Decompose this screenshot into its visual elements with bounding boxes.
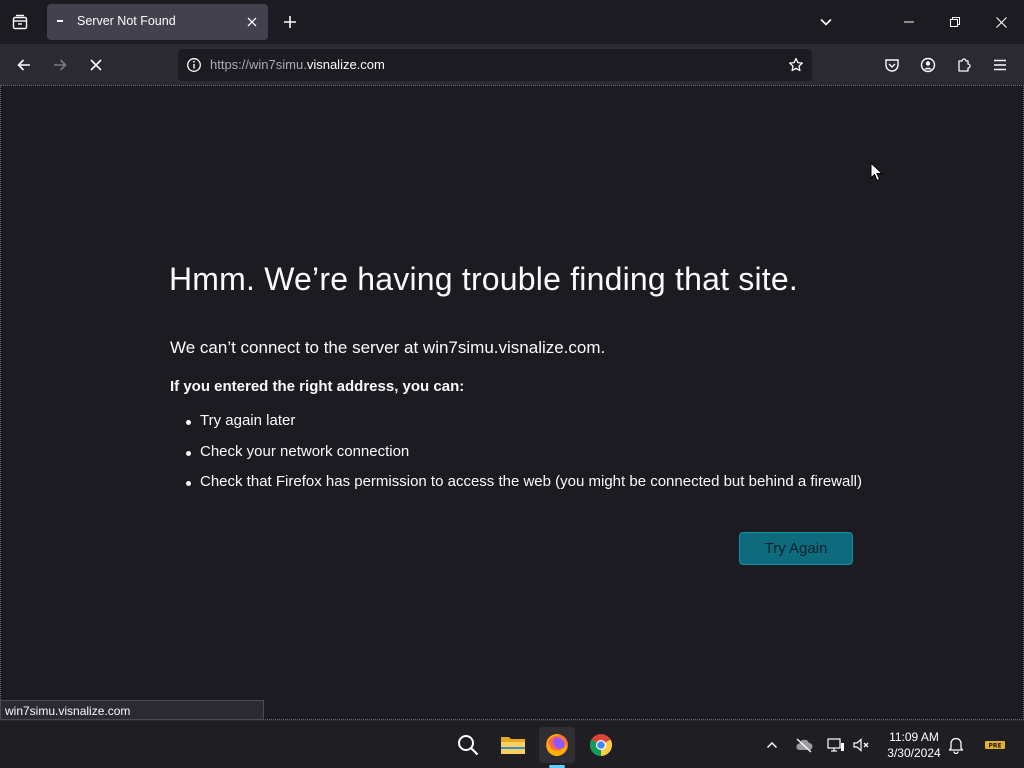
tray-network[interactable] [824,733,848,757]
clock-time: 11:09 AM [889,730,939,744]
taskbar: 11:09 AM 3/30/2024 PRE [0,720,1024,768]
forward-button[interactable] [45,50,75,80]
error-description: We can’t connect to the server at win7si… [170,338,606,357]
tab-title: Server Not Found [77,14,176,28]
taskbar-clock[interactable]: 11:09 AM 3/30/2024 [880,729,948,761]
window-minimize-button[interactable] [886,0,932,44]
url-domain: visnalize.com [306,57,385,72]
arrow-right-icon [54,59,67,71]
taskbar-chrome[interactable] [583,727,619,763]
list-item: Try again later [186,412,862,443]
cloud-off-icon [796,738,813,753]
firefox-view-icon [12,14,28,30]
network-icon [827,738,844,752]
tab-favicon-icon [57,18,63,24]
window-close-button[interactable] [978,0,1024,44]
suggestion-list: Try again later Check your network conne… [186,412,862,504]
new-tab-button[interactable] [276,8,304,36]
restore-icon [950,17,960,27]
list-item: Check your network connection [186,443,862,474]
site-info-button[interactable] [182,53,206,77]
account-icon [920,57,936,73]
stop-icon [90,59,102,71]
stop-button[interactable] [81,50,111,80]
preview-badge-text: PRE [988,743,1001,750]
tray-onedrive[interactable] [792,733,816,757]
error-title: Hmm. We’re having trouble finding that s… [169,261,798,297]
mouse-cursor-icon [870,162,884,182]
clock-date: 3/30/2024 [887,746,941,760]
volume-muted-icon [853,738,869,752]
plus-icon [284,16,296,28]
close-icon [995,16,1007,28]
account-button[interactable] [913,50,943,80]
close-icon [247,17,257,27]
chevron-down-icon [820,18,832,26]
search-icon [458,735,479,756]
minimize-icon [904,21,914,23]
tray-preview-badge: PRE [983,733,1007,757]
bookmark-button[interactable] [784,53,808,77]
try-again-button[interactable]: Try Again [739,532,853,565]
pocket-button[interactable] [877,50,907,80]
arrow-left-icon [17,59,30,71]
taskbar-firefox[interactable] [539,727,575,763]
pocket-icon [885,59,899,72]
url-bar[interactable]: https://win7simu.visnalize.com [178,49,812,81]
info-icon [187,58,201,72]
taskbar-file-explorer[interactable] [495,727,531,763]
tab-strip: Server Not Found [0,0,1024,44]
status-bar: win7simu.visnalize.com [0,700,264,720]
chevron-up-icon [766,741,778,749]
file-explorer-icon [501,737,525,754]
extensions-button[interactable] [949,50,979,80]
page-content: Hmm. We’re having trouble finding that s… [0,85,1024,720]
firefox-view-button[interactable] [6,8,34,36]
url-subdomain: win7simu. [249,57,307,72]
chrome-icon [590,734,612,756]
firefox-icon [546,734,568,756]
tab-server-not-found[interactable]: Server Not Found [47,4,268,40]
url-scheme: https:// [210,57,250,72]
preview-badge-icon: PRE [985,741,1005,750]
tray-notifications[interactable] [944,733,968,757]
star-icon [789,57,803,72]
hamburger-menu-icon [994,59,1006,71]
tray-volume[interactable] [850,733,874,757]
puzzle-icon [958,58,971,72]
list-item: Check that Firefox has permission to acc… [186,473,862,504]
tab-close-button[interactable] [242,12,262,32]
window-restore-button[interactable] [932,0,978,44]
url-text: https://win7simu.visnalize.com [210,57,385,72]
error-subheading: If you entered the right address, you ca… [170,378,465,395]
list-all-tabs-button[interactable] [812,8,840,36]
bell-icon [948,737,964,754]
navigation-toolbar: https://win7simu.visnalize.com [0,44,1024,85]
app-menu-button[interactable] [985,50,1015,80]
taskbar-search-button[interactable] [450,727,486,763]
tray-overflow-button[interactable] [760,733,784,757]
back-button[interactable] [9,50,39,80]
